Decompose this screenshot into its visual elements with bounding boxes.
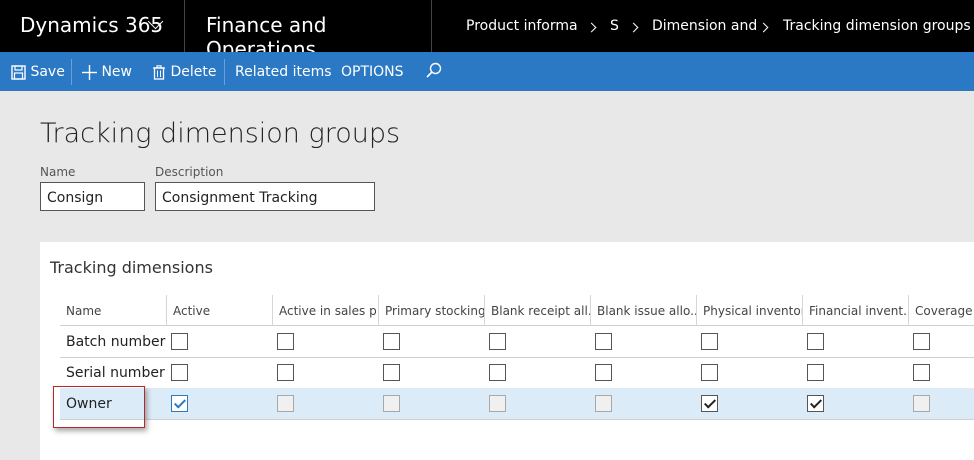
checkbox-active-in-sales[interactable]	[277, 333, 294, 350]
top-nav: Dynamics 365 Finance and Operations Prod…	[0, 0, 974, 61]
checkbox-primary-stocking[interactable]	[383, 333, 400, 350]
section-title: Tracking dimensions	[50, 258, 213, 277]
breadcrumb-item-product-information[interactable]: Product informatic	[466, 18, 578, 34]
page-title: Tracking dimension groups	[40, 118, 401, 149]
name-field[interactable]: Consign	[40, 182, 145, 211]
column-header-active-in-sales[interactable]: Active in sales p...	[272, 295, 378, 326]
column-header-active[interactable]: Active	[166, 295, 272, 326]
toolbar-divider	[71, 59, 72, 85]
action-pane: Save New Delete Related items OPTIONS	[0, 52, 974, 91]
name-label: Name	[40, 165, 76, 179]
column-header-blank-issue[interactable]: Blank issue allo...	[590, 295, 696, 326]
checkbox-coverage[interactable]	[913, 333, 930, 350]
checkbox-active[interactable]	[171, 333, 188, 350]
chevron-right-icon	[758, 22, 769, 33]
trash-icon	[153, 64, 165, 80]
table-row[interactable]: Serial number	[60, 357, 974, 388]
breadcrumb-item-current: Tracking dimension groups	[783, 18, 971, 34]
checkbox-financial-inventory[interactable]	[807, 395, 824, 412]
chevron-right-icon	[628, 22, 639, 33]
plus-icon	[82, 64, 97, 80]
checkbox-physical-inventory[interactable]	[701, 333, 718, 350]
checkbox-active-in-sales[interactable]	[277, 364, 294, 381]
breadcrumb-item-dimension[interactable]: Dimension and	[652, 18, 757, 34]
description-label: Description	[155, 165, 224, 179]
tracking-dimensions-panel: Tracking dimensions Name Active Active i…	[40, 242, 974, 460]
checkbox-active[interactable]	[171, 364, 188, 381]
checkbox-financial-inventory[interactable]	[807, 333, 824, 350]
column-header-financial-inventory[interactable]: Financial invent...	[802, 295, 908, 326]
related-items-button[interactable]: Related items	[235, 64, 332, 80]
module-name: Finance and Operations	[185, 0, 432, 61]
row-name: Batch number	[66, 334, 166, 350]
save-icon	[11, 64, 26, 80]
checkbox-blank-receipt[interactable]	[489, 364, 506, 381]
checkbox-active[interactable]	[171, 395, 188, 412]
checkbox-coverage[interactable]	[913, 364, 930, 381]
checkbox-financial-inventory[interactable]	[807, 364, 824, 381]
options-button[interactable]: OPTIONS	[341, 64, 404, 80]
search-icon	[426, 62, 442, 78]
checkbox-active-in-sales[interactable]	[277, 395, 294, 412]
save-button[interactable]: Save	[11, 64, 65, 80]
table-row-selected[interactable]: Owner	[60, 388, 974, 419]
brand-name: Dynamics 365	[20, 13, 164, 37]
column-header-blank-receipt[interactable]: Blank receipt all...	[484, 295, 590, 326]
checkbox-primary-stocking[interactable]	[383, 395, 400, 412]
checkbox-physical-inventory[interactable]	[701, 395, 718, 412]
row-divider	[60, 419, 974, 420]
row-name: Serial number	[66, 365, 165, 381]
chevron-right-icon	[586, 22, 597, 33]
highlight-annotation	[53, 386, 145, 428]
checkbox-coverage[interactable]	[913, 395, 930, 412]
toolbar-divider	[224, 59, 225, 85]
new-button[interactable]: New	[82, 64, 132, 80]
table-row[interactable]: Batch number	[60, 326, 974, 357]
brand-menu[interactable]: Dynamics 365	[0, 0, 185, 52]
delete-label: Delete	[170, 64, 217, 80]
column-header-coverage[interactable]: Coverage p	[908, 295, 974, 326]
delete-button[interactable]: Delete	[152, 64, 216, 80]
new-label: New	[101, 64, 132, 80]
checkbox-blank-receipt[interactable]	[489, 333, 506, 350]
checkbox-blank-issue[interactable]	[595, 333, 612, 350]
breadcrumb-item-s[interactable]: S	[610, 18, 619, 34]
search-button[interactable]	[426, 62, 442, 78]
checkbox-primary-stocking[interactable]	[383, 364, 400, 381]
checkbox-blank-receipt[interactable]	[489, 395, 506, 412]
checkbox-blank-issue[interactable]	[595, 364, 612, 381]
description-field[interactable]: Consignment Tracking	[155, 182, 375, 211]
column-header-name[interactable]: Name	[60, 295, 166, 326]
checkbox-physical-inventory[interactable]	[701, 364, 718, 381]
column-header-primary-stocking[interactable]: Primary stocking	[378, 295, 484, 326]
checkbox-blank-issue[interactable]	[595, 395, 612, 412]
column-header-physical-inventory[interactable]: Physical inventory	[696, 295, 802, 326]
save-label: Save	[30, 64, 65, 80]
